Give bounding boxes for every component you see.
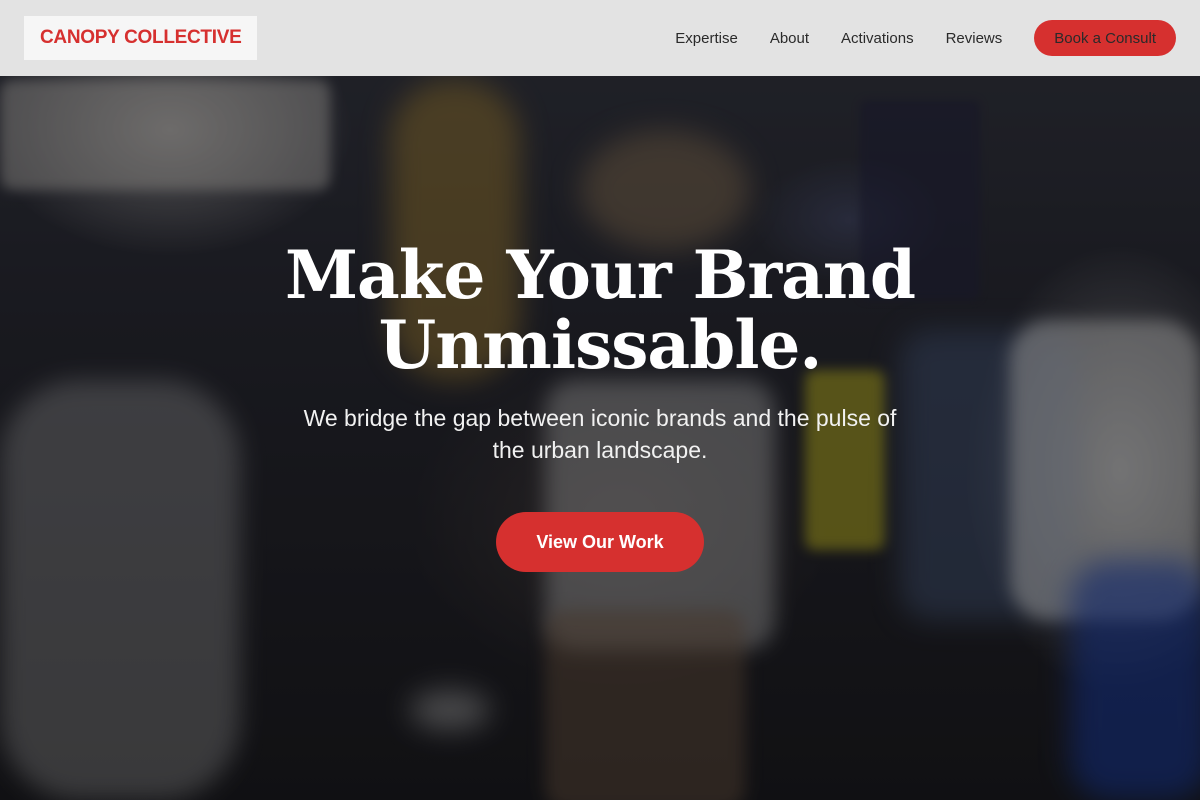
site-header: CANOPY COLLECTIVE Expertise About Activa… xyxy=(0,0,1200,76)
book-consult-button[interactable]: Book a Consult xyxy=(1034,20,1176,56)
main-nav: Expertise About Activations Reviews Book… xyxy=(675,20,1176,56)
hero-subheadline-line-1: We bridge the gap between iconic brands … xyxy=(303,405,897,431)
hero-headline-line-1: Make Your Brand xyxy=(284,236,916,314)
brand-logo[interactable]: CANOPY COLLECTIVE xyxy=(24,16,258,60)
nav-link-reviews[interactable]: Reviews xyxy=(946,30,1003,47)
nav-link-about[interactable]: About xyxy=(770,30,809,47)
hero-subheadline-line-2: the urban landscape. xyxy=(492,437,708,463)
nav-link-activations[interactable]: Activations xyxy=(841,30,914,47)
hero-headline: Make Your Brand Unmissable. xyxy=(0,240,1200,380)
hero-section: Make Your Brand Unmissable. We bridge th… xyxy=(0,240,1200,572)
nav-link-expertise[interactable]: Expertise xyxy=(675,30,738,47)
hero-headline-line-2: Unmissable. xyxy=(378,306,823,384)
hero-subheadline: We bridge the gap between iconic brands … xyxy=(260,402,940,466)
view-our-work-button[interactable]: View Our Work xyxy=(496,512,704,572)
